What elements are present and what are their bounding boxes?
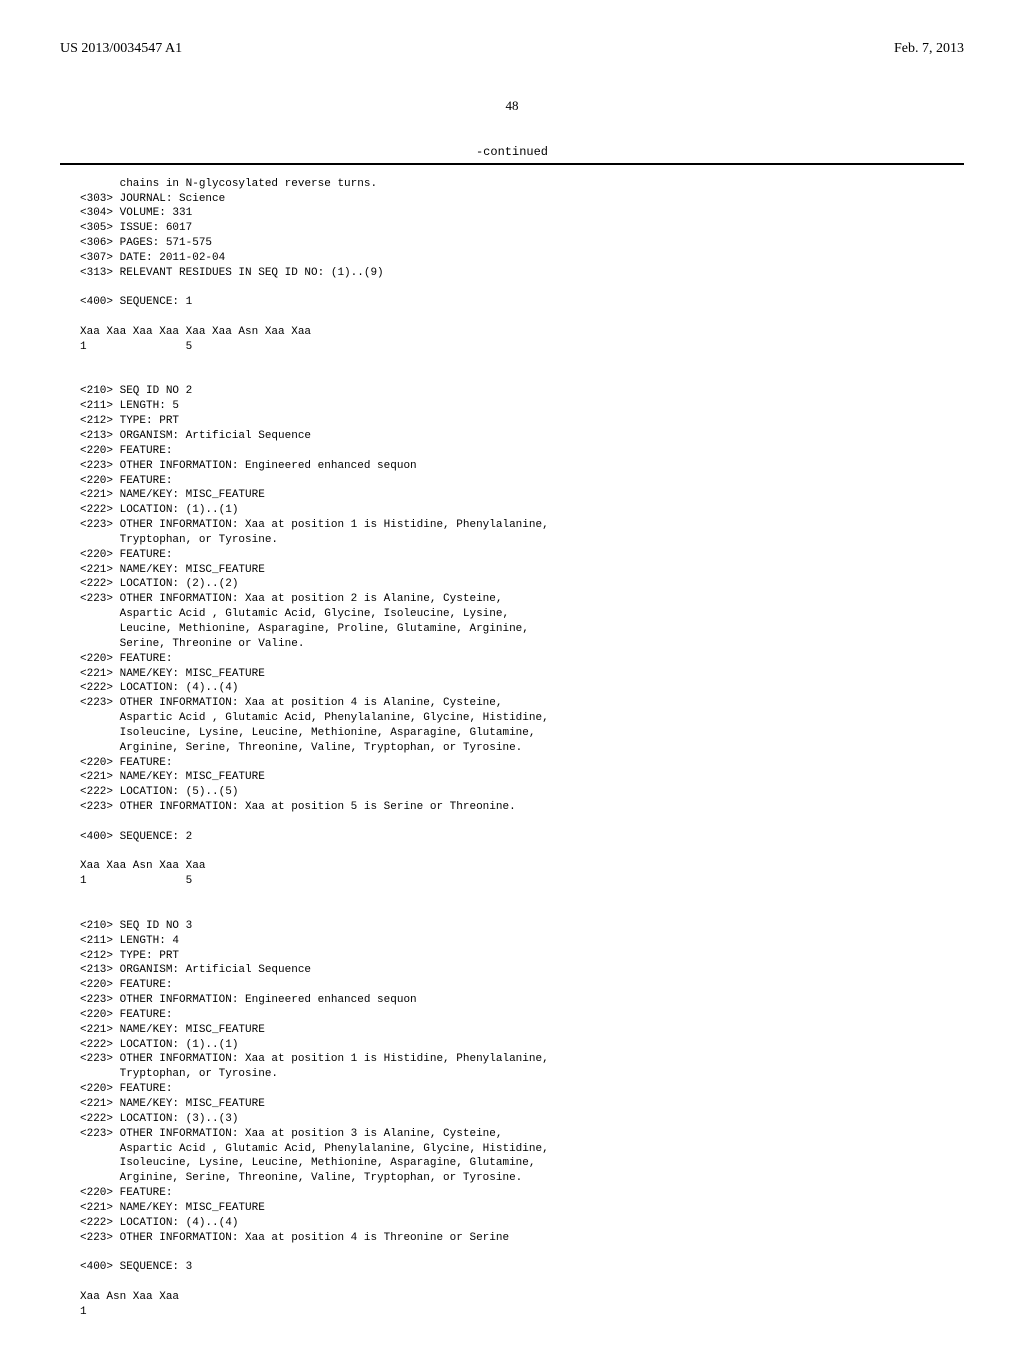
publication-number: US 2013/0034547 A1	[60, 40, 182, 58]
page-number: 48	[60, 98, 964, 115]
page-header: US 2013/0034547 A1 Feb. 7, 2013	[60, 40, 964, 58]
continued-label: -continued	[60, 145, 964, 161]
sequence-listing-content: chains in N-glycosylated reverse turns. …	[60, 177, 964, 1320]
publication-date: Feb. 7, 2013	[894, 40, 964, 58]
section-divider	[60, 163, 964, 165]
